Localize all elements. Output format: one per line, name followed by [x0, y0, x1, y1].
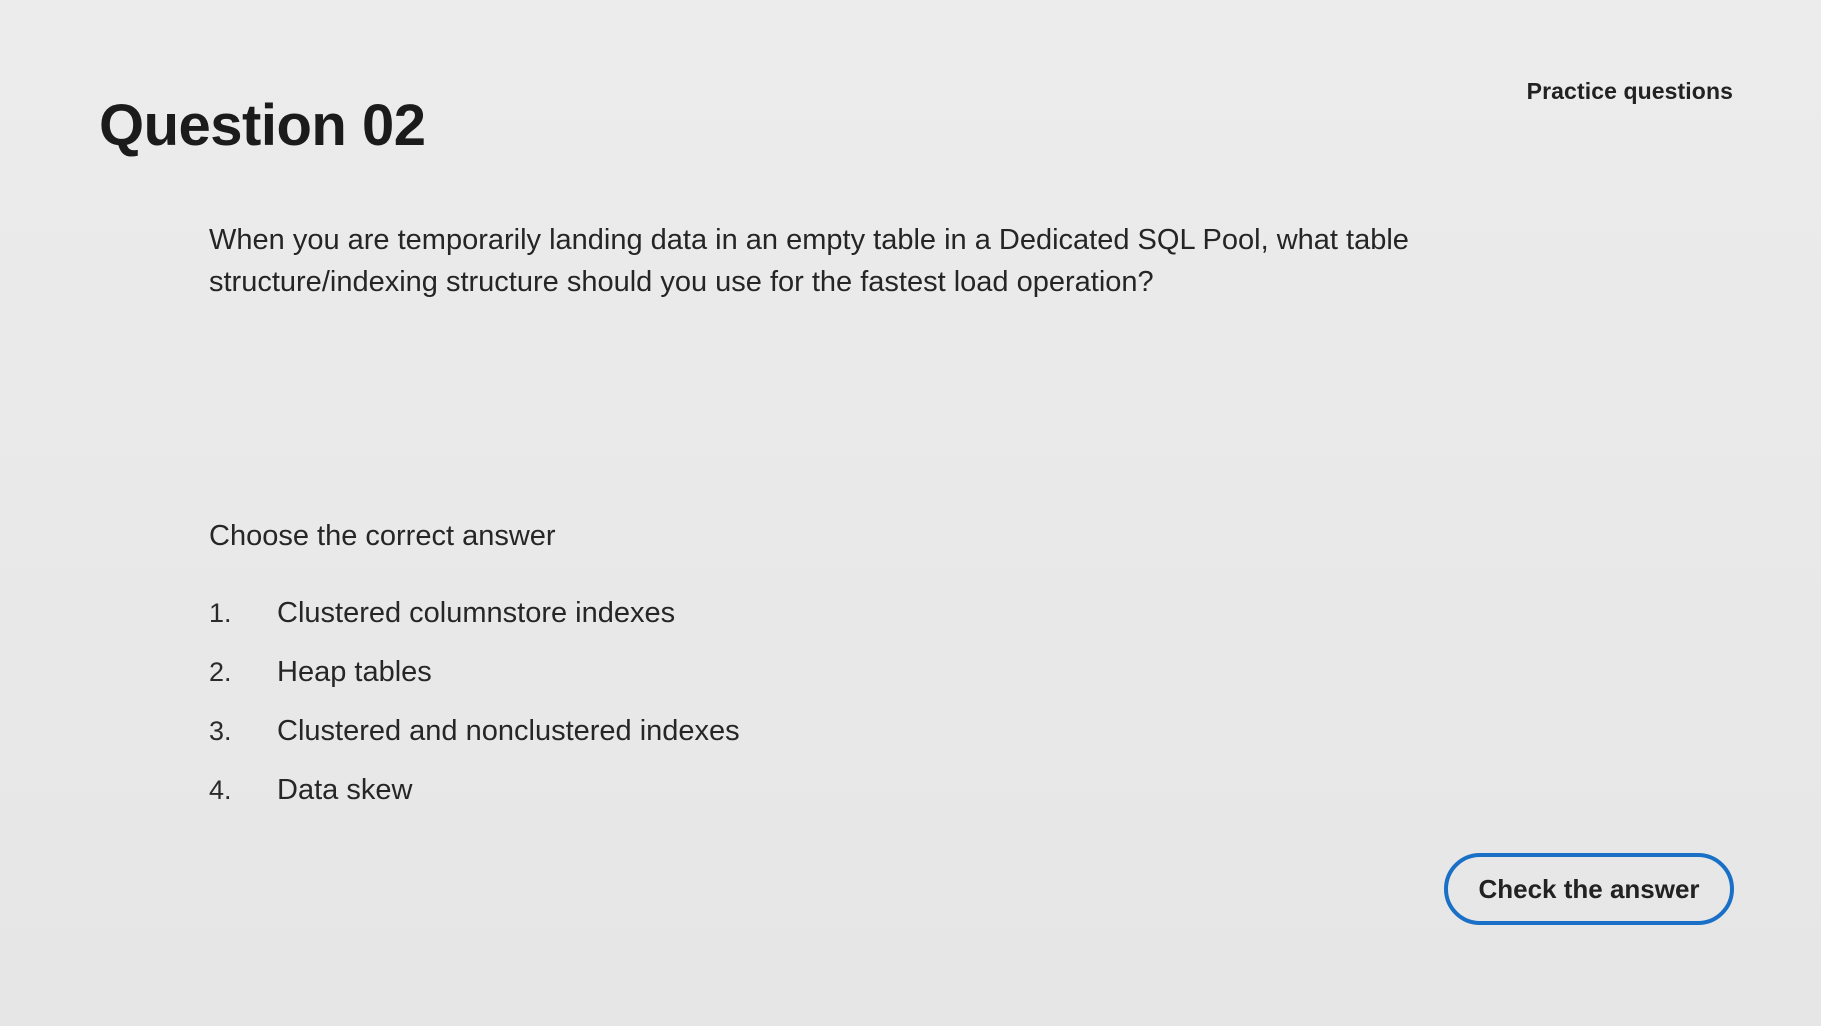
- answer-option-2[interactable]: 2. Heap tables: [209, 643, 740, 702]
- section-label: Practice questions: [1526, 78, 1733, 104]
- question-text: When you are temporarily landing data in…: [209, 224, 1409, 298]
- option-label: Clustered columnstore indexes: [277, 597, 676, 629]
- page-title: Question 02: [99, 93, 426, 158]
- answer-prompt: Choose the correct answer: [209, 520, 556, 552]
- check-answer-button[interactable]: Check the answer: [1444, 853, 1734, 925]
- answer-options-list: 1. Clustered columnstore indexes 2. Heap…: [209, 584, 740, 820]
- option-number: 2.: [209, 657, 232, 687]
- option-number: 1.: [209, 598, 232, 628]
- answer-option-1[interactable]: 1. Clustered columnstore indexes: [209, 584, 740, 643]
- option-label: Data skew: [277, 774, 413, 806]
- answer-option-3[interactable]: 3. Clustered and nonclustered indexes: [209, 702, 740, 761]
- answer-option-4[interactable]: 4. Data skew: [209, 761, 740, 820]
- option-label: Clustered and nonclustered indexes: [277, 715, 740, 747]
- slide: Practice questions Question 02 When you …: [0, 0, 1821, 1026]
- option-label: Heap tables: [277, 656, 432, 688]
- option-number: 3.: [209, 716, 232, 746]
- option-number: 4.: [209, 775, 232, 805]
